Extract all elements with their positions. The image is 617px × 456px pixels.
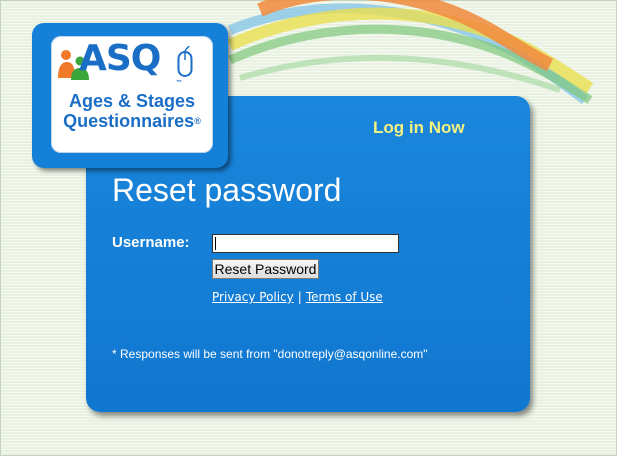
- username-label: Username:: [112, 234, 190, 251]
- username-input[interactable]: [212, 234, 399, 253]
- logo-subtitle-line2: Questionnaires®: [51, 111, 213, 131]
- link-separator: |: [297, 290, 302, 304]
- logo-subtitle-line2-text: Questionnaires: [63, 111, 195, 131]
- asq-logo: ASQ ™ Ages & Stages Questionnaires®: [51, 36, 213, 153]
- logo-wordmark: ASQ: [79, 38, 161, 79]
- text-caret: [215, 237, 216, 250]
- logo-subtitle-line1: Ages & Stages: [68, 91, 196, 111]
- log-in-now-link[interactable]: Log in Now: [373, 118, 465, 138]
- terms-of-use-link[interactable]: Terms of Use: [306, 290, 383, 304]
- response-footnote: * Responses will be sent from "donotrepl…: [112, 347, 428, 361]
- trademark-mark: ™: [176, 80, 182, 86]
- logo-frame: ASQ ™ Ages & Stages Questionnaires®: [32, 23, 228, 168]
- registered-mark: ®: [194, 116, 201, 126]
- footer-links: Privacy Policy | Terms of Use: [212, 290, 383, 304]
- reset-password-button[interactable]: Reset Password: [212, 259, 319, 279]
- page-title: Reset password: [112, 172, 342, 208]
- mouse-icon: [177, 46, 193, 77]
- privacy-policy-link[interactable]: Privacy Policy: [212, 290, 294, 304]
